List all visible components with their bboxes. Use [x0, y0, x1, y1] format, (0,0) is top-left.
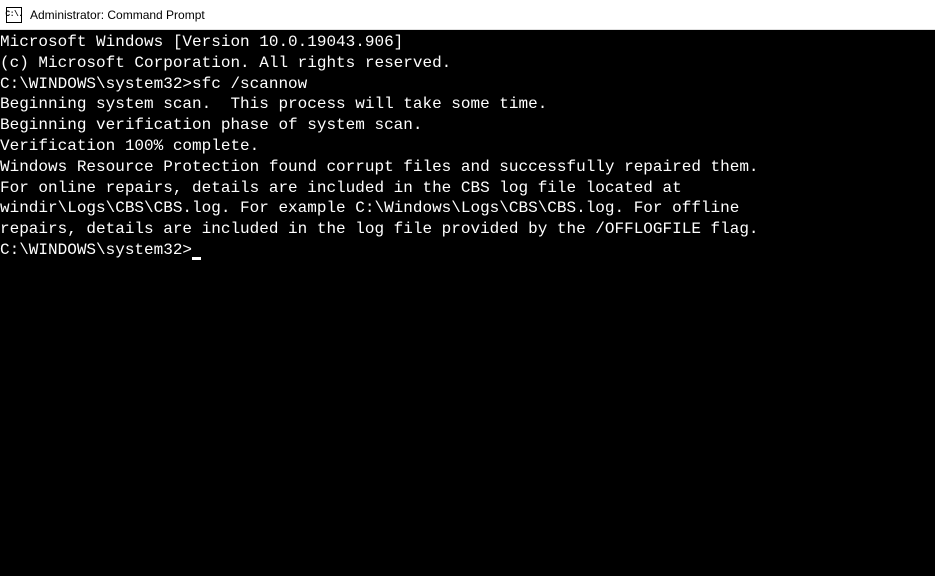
terminal-line: (c) Microsoft Corporation. All rights re… — [0, 53, 935, 74]
terminal-line: Beginning verification phase of system s… — [0, 115, 935, 136]
terminal-line: Beginning system scan. This process will… — [0, 94, 935, 115]
terminal-line: Microsoft Windows [Version 10.0.19043.90… — [0, 32, 935, 53]
terminal-prompt: C:\WINDOWS\system32> — [0, 241, 192, 259]
terminal-line: windir\Logs\CBS\CBS.log. For example C:\… — [0, 198, 935, 219]
terminal-line: For online repairs, details are included… — [0, 178, 935, 199]
window-titlebar[interactable]: C:\. Administrator: Command Prompt — [0, 0, 935, 30]
terminal-prompt-line: C:\WINDOWS\system32> — [0, 240, 935, 261]
window-title: Administrator: Command Prompt — [30, 8, 205, 22]
terminal-line: Windows Resource Protection found corrup… — [0, 157, 935, 178]
terminal-line: C:\WINDOWS\system32>sfc /scannow — [0, 74, 935, 95]
terminal-output[interactable]: Microsoft Windows [Version 10.0.19043.90… — [0, 30, 935, 576]
terminal-cursor — [192, 257, 201, 260]
cmd-icon: C:\. — [6, 7, 22, 23]
cmd-icon-label: C:\. — [5, 11, 22, 19]
terminal-line: Verification 100% complete. — [0, 136, 935, 157]
terminal-line: repairs, details are included in the log… — [0, 219, 935, 240]
